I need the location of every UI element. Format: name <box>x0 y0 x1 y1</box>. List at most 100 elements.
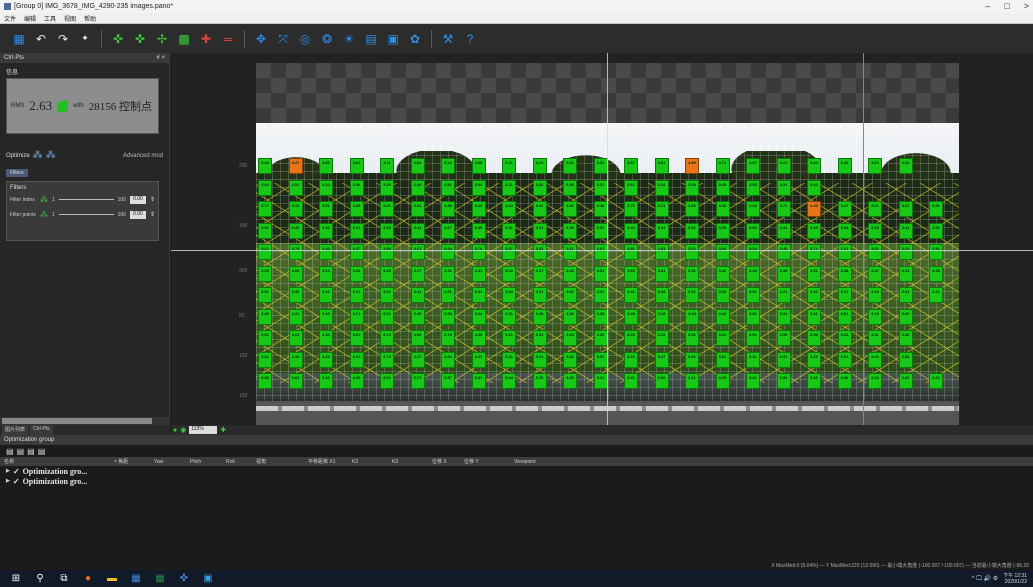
control-point[interactable]: 3.30 <box>563 179 577 196</box>
control-point[interactable]: 3.45 <box>837 158 852 174</box>
filter-index-slider[interactable] <box>58 199 114 200</box>
control-point[interactable]: 3.47 <box>837 201 852 217</box>
control-point[interactable]: 3.41 <box>929 287 943 303</box>
control-point[interactable]: 3.35 <box>715 222 730 239</box>
control-point[interactable]: 3.31 <box>349 222 364 239</box>
control-point[interactable]: 3.26 <box>807 351 821 368</box>
control-point[interactable]: 3.41 <box>654 265 669 282</box>
column-header[interactable]: 平移距离 X1 <box>308 458 352 465</box>
control-point[interactable]: 3.74 <box>288 244 303 260</box>
control-point[interactable]: 3.31 <box>685 287 699 303</box>
control-point[interactable]: 3.21 <box>502 179 516 196</box>
control-point[interactable]: 3.21 <box>593 373 608 389</box>
control-point[interactable]: 3.66 <box>624 265 638 282</box>
control-point[interactable]: 3.40 <box>837 373 852 389</box>
control-point[interactable]: 3.51 <box>685 222 699 239</box>
control-point[interactable]: 3.21 <box>319 287 333 303</box>
wrench-icon[interactable]: ⚒ <box>439 30 457 48</box>
control-point[interactable]: 3.34 <box>563 330 577 346</box>
control-point[interactable]: 3.31 <box>837 244 852 260</box>
control-point[interactable]: 3.30 <box>685 179 699 196</box>
control-point[interactable]: 3.44 <box>837 222 852 239</box>
control-point[interactable]: 3.21 <box>776 158 791 174</box>
tab-filters[interactable]: Filters <box>6 169 28 177</box>
control-point[interactable]: 3.30 <box>258 373 272 389</box>
control-point[interactable]: 3.21 <box>776 287 791 303</box>
control-point[interactable]: 3.31 <box>868 330 882 346</box>
control-point[interactable]: 3.10 <box>288 351 303 368</box>
control-point[interactable]: 3.61 <box>868 158 882 174</box>
control-point[interactable]: 3.51 <box>746 330 760 346</box>
column-header[interactable]: Pitch <box>190 459 226 465</box>
control-point[interactable]: 3.77 <box>258 201 272 217</box>
control-point[interactable]: 3.31 <box>502 351 516 368</box>
minimize-button[interactable]: – <box>985 0 990 13</box>
scrollbar-thumb[interactable] <box>2 418 152 424</box>
control-point[interactable]: 3.51 <box>837 351 852 368</box>
control-point[interactable]: 3.41 <box>715 330 730 346</box>
control-point[interactable]: 3.34 <box>746 244 760 260</box>
control-point[interactable]: 3.46 <box>593 201 608 217</box>
column-header[interactable]: 视角 <box>256 458 308 465</box>
control-point[interactable]: 3.61 <box>349 158 364 174</box>
control-point[interactable]: 4.47 <box>288 158 303 174</box>
control-point[interactable]: 3.51 <box>837 308 852 325</box>
control-point[interactable]: 3.21 <box>502 330 516 346</box>
control-point[interactable]: 3.35 <box>776 265 791 282</box>
target-icon[interactable]: ◎ <box>296 30 314 48</box>
control-point[interactable]: 3.21 <box>685 244 699 260</box>
control-point[interactable]: 3.36 <box>563 308 577 325</box>
control-point[interactable]: 3.34 <box>319 330 333 346</box>
control-point[interactable]: 3.11 <box>380 158 394 174</box>
control-point[interactable]: 3.55 <box>807 330 821 346</box>
control-point[interactable]: 3.31 <box>837 287 852 303</box>
settings-icon[interactable]: ✿ <box>406 30 424 48</box>
expand-icon[interactable]: ▶ <box>6 468 10 474</box>
control-point[interactable]: 3.34 <box>807 158 821 174</box>
clock[interactable]: 下午 12:31 2020/1/22 <box>1003 573 1027 585</box>
control-point[interactable]: 3.41 <box>654 222 669 239</box>
control-point[interactable]: 3.31 <box>685 351 699 368</box>
control-point[interactable]: 3.63 <box>288 373 303 389</box>
control-point[interactable]: 3.51 <box>258 287 272 303</box>
control-point[interactable]: 3.61 <box>868 244 882 260</box>
grid-icon[interactable]: ▩ <box>175 30 193 48</box>
control-point[interactable]: 3.11 <box>563 244 577 260</box>
maximize-button[interactable]: □ <box>1004 0 1009 13</box>
control-point[interactable]: 3.36 <box>563 222 577 239</box>
control-point[interactable]: 3.20 <box>502 265 516 282</box>
control-point[interactable]: 3.32 <box>898 158 913 174</box>
menu-tools[interactable]: 工具 <box>44 14 56 23</box>
control-point[interactable]: 3.57 <box>502 244 516 260</box>
remove-group-icon[interactable]: ▤ <box>17 447 25 456</box>
control-point[interactable]: 3.35 <box>715 373 730 389</box>
control-point[interactable]: 3.44 <box>715 308 730 325</box>
control-point[interactable]: 3.60 <box>654 373 669 389</box>
control-point[interactable]: 3.81 <box>624 244 638 260</box>
advanced-mode-toggle[interactable]: Advanced mod <box>123 153 163 159</box>
control-point[interactable]: 3.67 <box>441 222 455 239</box>
control-point[interactable]: 3.44 <box>502 201 516 217</box>
control-point[interactable]: 3.30 <box>593 330 608 346</box>
control-point[interactable]: 3.24 <box>471 308 486 325</box>
control-point[interactable]: 3.51 <box>441 179 455 196</box>
control-point[interactable]: 3.45 <box>288 222 303 239</box>
panel-pin-close[interactable]: # × <box>156 55 165 61</box>
control-point[interactable]: 3.54 <box>715 244 730 260</box>
column-header[interactable]: 名称 <box>4 458 114 465</box>
control-point[interactable]: 3.40 <box>532 308 547 325</box>
control-point[interactable]: 3.81 <box>654 158 669 174</box>
filter-index-spinner-icon[interactable]: ⇕ <box>150 196 155 203</box>
control-point[interactable]: 3.31 <box>654 244 669 260</box>
zoom-fit-icon[interactable]: ◉ <box>180 426 186 434</box>
control-point[interactable]: 3.65 <box>349 201 364 217</box>
control-point[interactable]: 3.46 <box>898 330 913 346</box>
control-point[interactable]: 3.37 <box>349 244 364 260</box>
control-point[interactable]: 3.31 <box>624 373 638 389</box>
browser-icon[interactable]: ● <box>82 573 94 585</box>
control-point[interactable]: 3.20 <box>624 351 638 368</box>
control-point[interactable]: 3.44 <box>441 351 455 368</box>
control-point[interactable]: 3.21 <box>258 244 272 260</box>
control-point[interactable]: 3.22 <box>868 373 882 389</box>
control-point[interactable]: 3.41 <box>471 351 486 368</box>
